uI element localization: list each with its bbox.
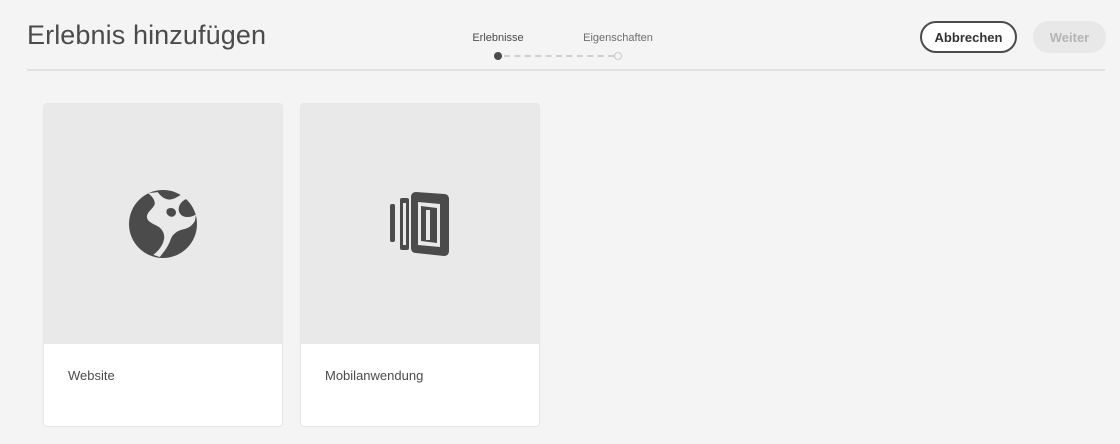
card-label: Website	[68, 368, 115, 383]
step-label-properties: Eigenschaften	[583, 32, 653, 44]
step-connector	[504, 55, 614, 57]
card-label: Mobilanwendung	[325, 368, 424, 383]
card-mobile-app[interactable]: Mobilanwendung	[300, 103, 540, 427]
cancel-button[interactable]: Abbrechen	[920, 21, 1017, 53]
card-preview	[301, 104, 539, 344]
mobile-devices-icon	[390, 192, 449, 256]
globe-icon	[129, 190, 197, 258]
card-website[interactable]: Website	[43, 103, 283, 427]
step-dot-current	[494, 52, 502, 60]
header-divider	[27, 69, 1105, 71]
step-dot-pending	[614, 52, 622, 60]
page-title: Erlebnis hinzufügen	[27, 20, 267, 50]
next-button[interactable]: Weiter	[1033, 21, 1106, 53]
header: Erlebnis hinzufügen Erlebnisse Eigenscha…	[0, 0, 1120, 71]
card-preview	[44, 104, 282, 344]
wizard-steps: Erlebnisse Eigenschaften	[470, 30, 670, 62]
step-label-experiences: Erlebnisse	[472, 32, 524, 44]
